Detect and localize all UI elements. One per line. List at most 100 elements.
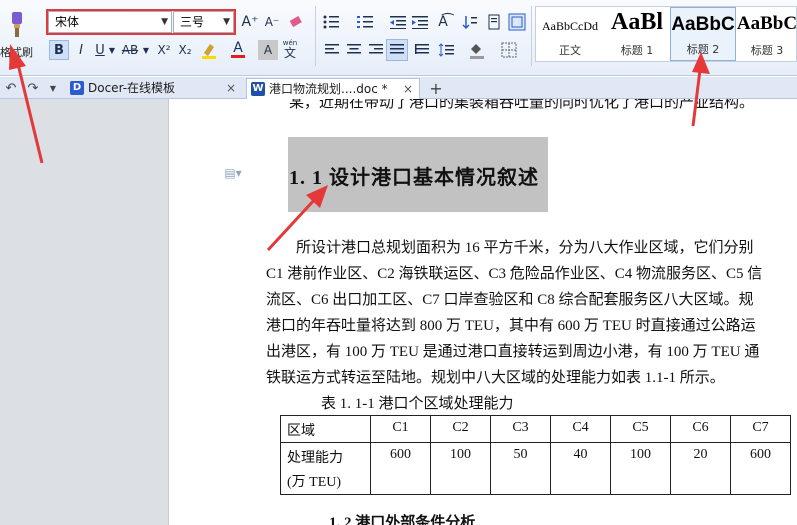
align-right-icon [369,44,383,54]
table-cell: 600 [370,442,431,495]
border-icon [501,42,517,58]
style-heading-1[interactable]: AaBl 标题 1 [604,7,670,61]
table-caption: 表 1. 1-1 港口个区域处理能力 [321,396,514,412]
paragraph-line: 流区、C6 出口加工区、C7 口岸查验区和 C8 综合配套服务区八大区域。规 [266,292,754,308]
chevron-down-icon[interactable]: ▼ [142,40,150,60]
paragraph-line: 铁联运方式转运至陆地。规划中八大区域的处理能力如表 1.1-1 所示。 [266,370,725,386]
capacity-table: 区域 C1 C2 C3 C4 C5 C6 C7 处理能力 (万 TEU) 600… [280,415,791,495]
shrink-font-button[interactable]: A⁻ [262,12,282,32]
paragraph-line: 港口的年吞吐量将达到 800 万 TEU，其中有 600 万 TEU 时直接通过… [266,318,756,334]
table-row-header: 处理能力 (万 TEU) [280,442,371,495]
indent-icon [412,16,428,29]
table-cell: 600 [730,442,791,495]
bold-button[interactable]: B [49,40,69,60]
decrease-indent-button[interactable] [388,12,408,32]
table-cell: C6 [670,415,731,443]
sort-button[interactable] [460,12,480,32]
font-size-select[interactable]: 三号 ▼ [173,11,234,33]
group-separator [531,6,532,66]
table-cell: C2 [430,415,491,443]
underline-button[interactable]: U [91,40,109,60]
distributed-button[interactable] [412,40,432,60]
font-size-value: 三号 [180,15,205,29]
table-cell: C5 [610,415,671,443]
tab-current-document[interactable]: W 港口物流规划....doc * × [246,78,420,99]
show-marks-button[interactable] [484,12,504,32]
font-color-letter: A [233,39,243,56]
table-cell: C3 [490,415,551,443]
format-painter-label: 格式刷 [0,46,33,59]
brush-icon [12,12,22,37]
chevron-down-icon[interactable]: ▼ [108,40,116,60]
table-cell: C1 [370,415,431,443]
close-icon[interactable]: × [226,78,236,98]
style-gallery: AaBbCcDd 正文 AaBl 标题 1 AaBbC 标题 2 AaBbC 标… [535,6,797,62]
chevron-down-icon[interactable]: ▼ [46,79,60,97]
next-heading-partial: 1. 2 港口外部条件分析 [329,515,476,525]
highlight-button[interactable] [198,40,220,60]
highlighter-icon [202,44,216,59]
style-name: 标题 2 [686,43,720,56]
bullet-list-icon [323,15,339,29]
style-name: 标题 3 [750,44,784,57]
superscript-button[interactable]: X² [154,40,174,60]
table-cell: 区域 [280,415,371,443]
new-tab-button[interactable]: + [426,78,446,98]
document-workspace[interactable]: 某，近期在带动了港口的集装箱吞吐量的同时优化了港口的产业结构。 ▤▾ 1. 1 … [0,99,797,525]
table-row: 区域 C1 C2 C3 C4 C5 C6 C7 [280,415,791,443]
document-page[interactable]: 某，近期在带动了港口的集装箱吞吐量的同时优化了港口的产业结构。 ▤▾ 1. 1 … [168,99,797,525]
table-cell: 40 [550,442,611,495]
align-center-button[interactable] [344,40,364,60]
undo-icon[interactable]: ↶ [2,79,20,97]
numbered-list-button[interactable] [354,12,376,32]
line-spacing-icon [438,43,454,57]
style-sample: AaBbC [736,13,797,34]
shading-letter: A [263,43,273,57]
paragraph-settings-button[interactable] [506,12,528,32]
close-icon[interactable]: × [403,79,413,99]
text-direction-button[interactable]: A͡ [432,12,454,32]
distribute-icon [415,44,429,54]
document-tab-bar: ↶ ↷ ▼ D Docer-在线模板 × W 港口物流规划....doc * ×… [0,77,797,99]
style-normal[interactable]: AaBbCcDd 正文 [536,7,604,61]
italic-button[interactable]: I [72,40,90,60]
style-heading-2[interactable]: AaBbC 标题 2 [670,7,736,61]
justify-button[interactable] [386,39,408,61]
line-spacing-button[interactable] [436,40,456,60]
increase-indent-button[interactable] [410,12,430,32]
section-heading[interactable]: 1. 1 设计港口基本情况叙述 [289,161,539,190]
align-left-icon [325,44,339,54]
previous-paragraph-line: 某，近期在带动了港口的集装箱吞吐量的同时优化了港口的产业结构。 [289,99,755,111]
style-sample: AaBl [610,9,663,35]
chevron-down-icon: ▼ [223,17,230,27]
text-direction-icon: A͡ [438,14,448,30]
borders-button[interactable] [498,40,520,60]
table-cell: C4 [550,415,611,443]
font-color-swatch [231,54,245,58]
table-cell: 100 [430,442,491,495]
phonetic-guide-button[interactable]: wén 文 [280,38,300,60]
tab-label: 港口物流规划....doc * [269,82,388,96]
style-heading-3[interactable]: AaBbC 标题 3 [736,7,797,61]
strikethrough-button[interactable]: AB [118,40,142,60]
redo-icon[interactable]: ↷ [24,79,42,97]
format-painter-button[interactable] [2,8,30,40]
paragraph-line: C1 港前作业区、C2 海铁联运区、C3 危险品作业区、C4 物流服务区、C5 … [266,266,763,282]
table-cell: 20 [670,442,731,495]
word-doc-icon: W [251,82,265,96]
shading-button[interactable] [466,40,488,60]
style-name: 正文 [559,44,581,57]
subscript-button[interactable]: X₂ [175,40,195,60]
bullet-list-button[interactable] [320,12,342,32]
font-color-button[interactable]: A [228,38,248,60]
character-shading-button[interactable]: A [258,40,278,60]
grow-font-button[interactable]: A⁺ [240,12,260,32]
numbered-list-icon [357,16,373,28]
font-name-select[interactable]: 宋体 ▼ [48,11,172,33]
clear-format-button[interactable] [286,12,306,32]
paragraph-handle-icon[interactable]: ▤▾ [221,165,245,181]
align-right-button[interactable] [366,40,386,60]
tab-docer-templates[interactable]: D Docer-在线模板 × [66,78,242,99]
align-left-button[interactable] [322,40,342,60]
align-center-icon [347,44,361,54]
